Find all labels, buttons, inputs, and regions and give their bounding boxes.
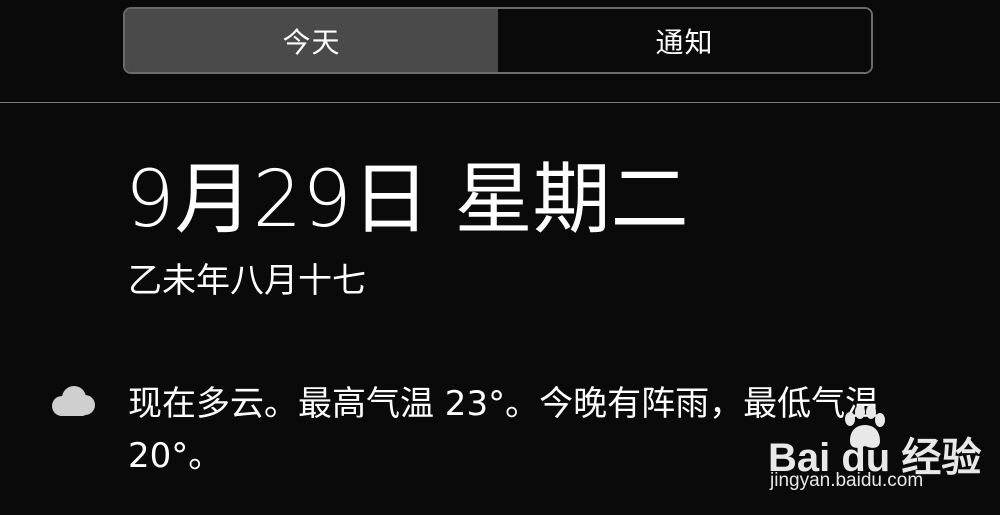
notification-center: 今天 通知 9月29日 星期二 乙未年八月十七 现在多云。最高气温 23°。今晚… bbox=[0, 0, 1000, 515]
baidu-jingyan-watermark: Bai du 经验 jingyan.baidu.com bbox=[760, 405, 992, 505]
tab-notifications[interactable]: 通知 bbox=[498, 9, 871, 72]
date-heading: 9月29日 星期二 bbox=[125, 155, 689, 245]
tab-today-label: 今天 bbox=[282, 25, 341, 59]
header-divider bbox=[0, 102, 1000, 103]
cloud-icon bbox=[52, 386, 95, 416]
lunar-date: 乙未年八月十七 bbox=[128, 261, 366, 301]
tab-today[interactable]: 今天 bbox=[125, 9, 498, 72]
tab-notifications-label: 通知 bbox=[655, 25, 714, 59]
watermark-url: jingyan.baidu.com bbox=[770, 470, 924, 491]
segmented-control: 今天 通知 bbox=[123, 7, 873, 74]
